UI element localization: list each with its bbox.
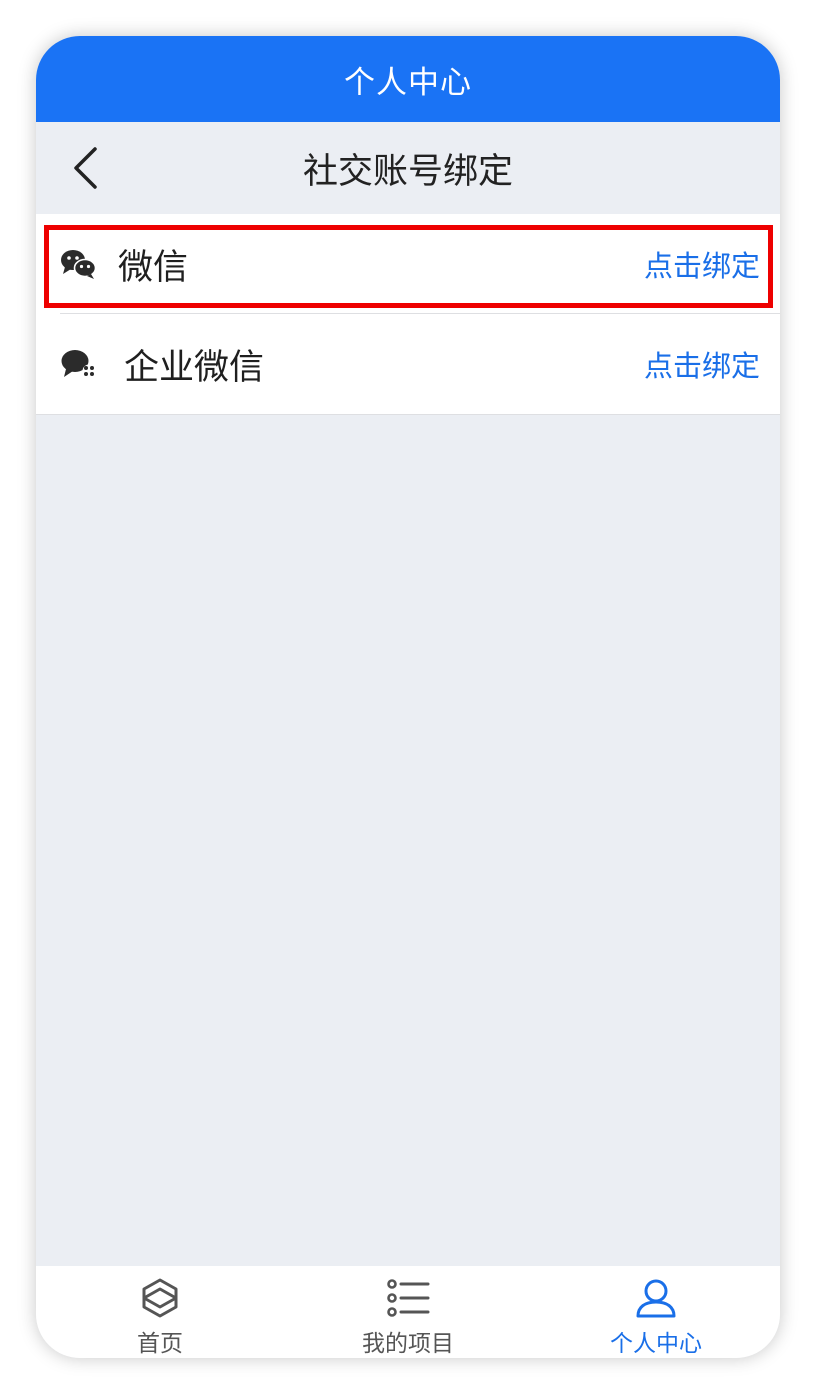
tab-my-projects[interactable]: 我的项目 (284, 1266, 532, 1358)
app-header: 个人中心 (36, 36, 780, 122)
tab-home[interactable]: 首页 (36, 1266, 284, 1358)
home-cube-icon (137, 1276, 183, 1319)
binding-list: 微信 点击绑定 企业微信 点击绑定 (36, 214, 780, 415)
app-title: 个人中心 (344, 64, 472, 101)
bind-wecom-link[interactable]: 点击绑定 (644, 343, 760, 385)
user-icon (633, 1276, 679, 1319)
tab-label: 首页 (137, 1331, 183, 1357)
binding-row-wechat[interactable]: 微信 点击绑定 (36, 214, 780, 314)
list-icon (385, 1276, 431, 1319)
binding-row-wecom[interactable]: 企业微信 点击绑定 (36, 314, 780, 414)
page-navbar: 社交账号绑定 (36, 122, 780, 214)
back-button[interactable] (62, 142, 110, 194)
page-title: 社交账号绑定 (302, 151, 513, 192)
bind-wechat-link[interactable]: 点击绑定 (644, 243, 760, 285)
wechat-icon (58, 244, 98, 284)
bottom-tabbar: 首页 我的项目 个人中心 (36, 1266, 780, 1358)
binding-label: 企业微信 (124, 347, 265, 388)
binding-label: 微信 (118, 247, 189, 288)
tab-personal-center[interactable]: 个人中心 (532, 1266, 780, 1358)
wecom-icon (58, 344, 98, 384)
tab-label: 我的项目 (362, 1331, 454, 1357)
chevron-left-icon (74, 147, 97, 189)
tab-label: 个人中心 (610, 1331, 702, 1357)
phone-frame: 个人中心 社交账号绑定 微信 点击绑定 企业微信 点击绑定 首页 我的项目 个人… (36, 36, 780, 1358)
